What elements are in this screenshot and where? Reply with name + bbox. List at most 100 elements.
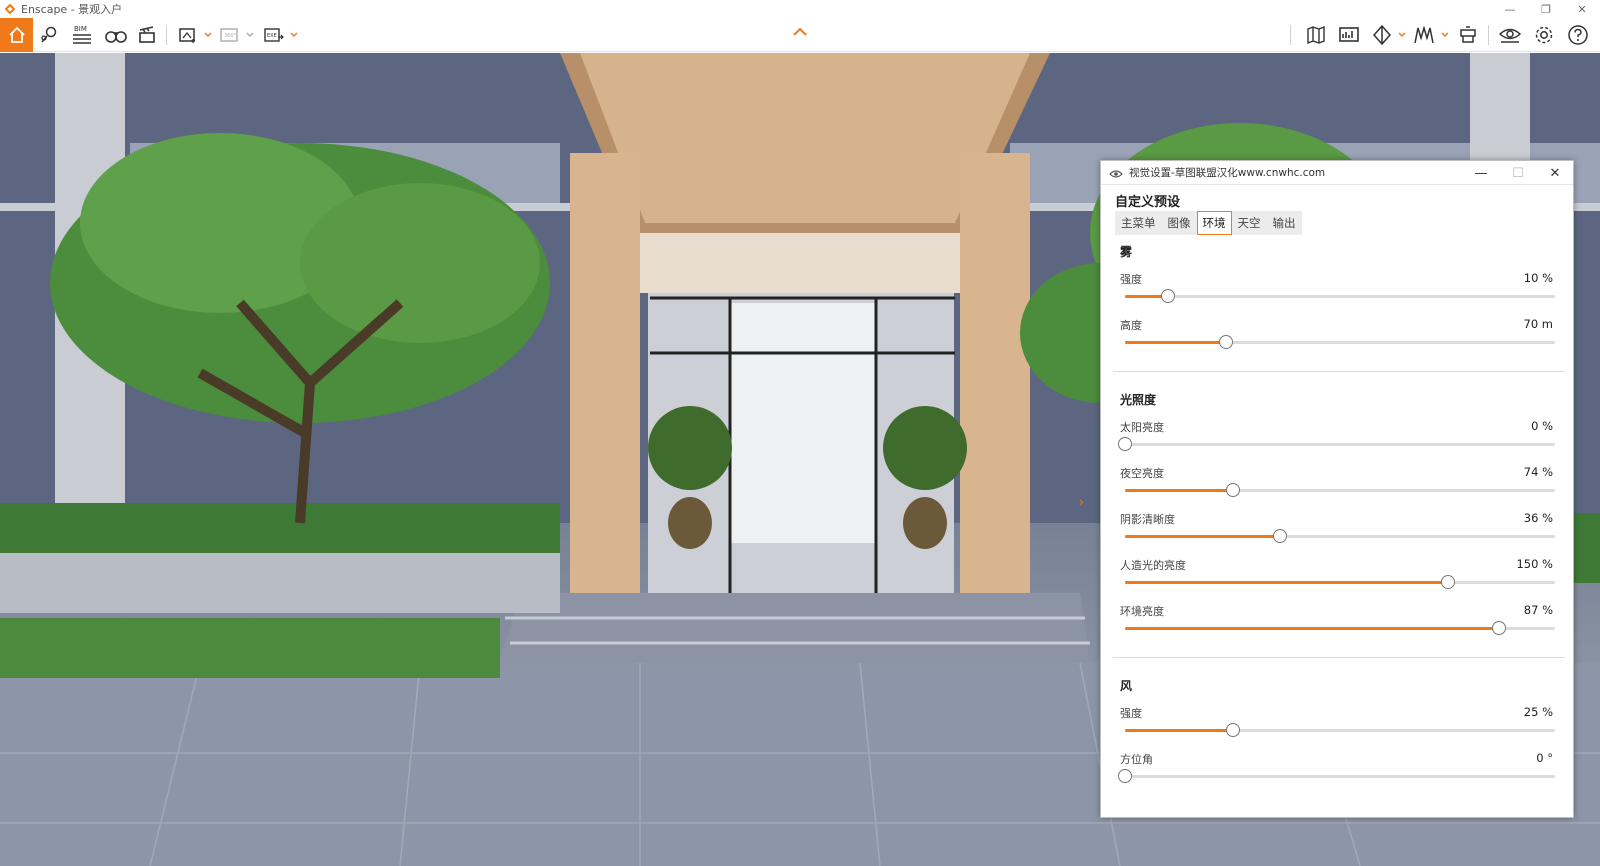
tab-sky[interactable]: 天空 [1232, 211, 1267, 235]
wind-direction-slider[interactable] [1118, 769, 1555, 783]
restore-button[interactable]: ❐ [1528, 0, 1564, 18]
svg-text:BIM: BIM [74, 25, 87, 33]
slider-thumb[interactable] [1161, 289, 1175, 303]
section-dropdown-arrow[interactable] [1398, 31, 1406, 39]
window-title: Enscape - 景观入户 [21, 3, 123, 16]
map-button[interactable] [1302, 18, 1330, 52]
window-controls: — ❐ ✕ [1492, 0, 1600, 18]
toolbar-separator [1290, 25, 1291, 45]
tab-image[interactable]: 图像 [1162, 211, 1197, 235]
section-title-wind: 风 [1120, 679, 1133, 693]
slider-thumb[interactable] [1272, 529, 1287, 543]
slider-label: 高度 [1120, 319, 1142, 332]
presentation-button[interactable] [1335, 18, 1363, 52]
panel-side-arrow-icon[interactable]: › [1079, 495, 1084, 509]
slider-value: 10 % [1523, 271, 1553, 285]
slider-value: 87 % [1523, 603, 1553, 617]
slider-value: 25 % [1523, 705, 1553, 719]
panel-title: 视觉设置-草图联盟汉化www.cnwhc.com [1129, 167, 1326, 179]
settings-button[interactable] [1530, 18, 1558, 52]
slider-thumb[interactable] [1118, 769, 1132, 783]
tab-output[interactable]: 输出 [1267, 211, 1302, 235]
panel-minimize-button[interactable]: — [1463, 161, 1499, 185]
svg-text:360°: 360° [224, 33, 237, 39]
slider-thumb[interactable] [1440, 575, 1455, 589]
preset-name[interactable]: 自定义预设 [1115, 191, 1180, 210]
shadow-sharpness-slider[interactable] [1125, 529, 1555, 543]
eye-icon [1498, 25, 1522, 45]
toolbar-separator [1488, 25, 1489, 45]
panel-maximize-button[interactable]: ☐ [1500, 161, 1536, 185]
slider-fill [1125, 535, 1280, 538]
slider-label: 夜空亮度 [1120, 467, 1164, 480]
panorama-360-icon: 360° [219, 25, 241, 45]
visual-settings-button[interactable] [1496, 18, 1524, 52]
slider-thumb[interactable] [1225, 723, 1240, 737]
tab-environment[interactable]: 环境 [1196, 211, 1232, 235]
screenshot-icon [178, 25, 198, 45]
home-button[interactable] [0, 18, 33, 52]
slider-thumb[interactable] [1118, 437, 1132, 451]
panorama-dropdown-arrow[interactable] [246, 31, 254, 39]
panel-close-button[interactable]: ✕ [1537, 161, 1573, 185]
slider-label: 强度 [1120, 273, 1142, 286]
export-button[interactable]: EXE [262, 18, 286, 52]
section-divider [1113, 657, 1565, 658]
home-icon [7, 25, 27, 45]
camera-views-button[interactable] [36, 18, 62, 52]
artificial-light-brightness-slider[interactable] [1125, 575, 1555, 589]
visual-settings-panel: › 视觉设置-草图联盟汉化www.cnwhc.com — ☐ ✕ 自定义预设 主… [1079, 160, 1574, 818]
help-button[interactable] [1564, 18, 1592, 52]
slider-fill [1125, 581, 1448, 584]
walk-mode-button[interactable] [102, 18, 130, 52]
eye-icon [1109, 168, 1123, 178]
slider-value: 70 m [1523, 317, 1554, 331]
slider-thumb[interactable] [1492, 621, 1507, 635]
collapse-toolbar-chevron-icon[interactable] [792, 26, 808, 40]
fog-intensity-slider[interactable] [1125, 289, 1555, 303]
slider-label: 强度 [1120, 707, 1142, 720]
slider-value: 150 % [1516, 557, 1553, 571]
help-icon [1567, 24, 1589, 46]
sun-brightness-slider[interactable] [1118, 437, 1555, 451]
asset-library-icon [1412, 24, 1436, 46]
toolbar-separator [166, 25, 167, 45]
export-exe-icon: EXE [263, 25, 285, 45]
minimize-button[interactable]: — [1492, 0, 1528, 18]
enscape-logo-icon [3, 2, 17, 16]
window-titlebar: Enscape - 景观入户 — ❐ ✕ [0, 0, 1600, 18]
material-editor-button[interactable] [1454, 18, 1482, 52]
slider-label: 方位角 [1120, 753, 1153, 766]
slider-fill [1125, 627, 1500, 630]
screenshot-dropdown-arrow[interactable] [204, 31, 212, 39]
svg-text:EXE: EXE [267, 33, 277, 39]
map-icon [1305, 24, 1327, 46]
tab-main-menu[interactable]: 主菜单 [1115, 211, 1162, 235]
screenshot-button[interactable] [176, 18, 200, 52]
slider-thumb[interactable] [1225, 483, 1240, 497]
section-button[interactable] [1368, 18, 1396, 52]
environment-settings-body: 雾 强度 10 % 高度 70 m 光照度 太阳亮度 0 % 夜空亮度 74 %… [1101, 239, 1573, 817]
wind-intensity-slider[interactable] [1125, 723, 1555, 737]
slider-label: 太阳亮度 [1120, 421, 1164, 434]
asset-library-button[interactable] [1410, 18, 1438, 52]
slider-label: 环境亮度 [1120, 605, 1164, 618]
slider-fill [1125, 341, 1227, 344]
section-icon [1371, 24, 1393, 46]
slider-fill [1125, 729, 1233, 732]
slider-thumb[interactable] [1219, 335, 1234, 349]
asset-dropdown-arrow[interactable] [1441, 31, 1449, 39]
bim-button[interactable]: BIM [68, 18, 96, 52]
panorama-button[interactable]: 360° [218, 18, 242, 52]
binoculars-icon [104, 25, 128, 45]
fog-height-slider[interactable] [1125, 335, 1555, 349]
slider-value: 0 % [1531, 419, 1553, 433]
slider-value: 74 % [1523, 465, 1553, 479]
video-editor-button[interactable] [134, 18, 160, 52]
clapperboard-icon [137, 25, 157, 45]
close-button[interactable]: ✕ [1564, 0, 1600, 18]
export-dropdown-arrow[interactable] [290, 31, 298, 39]
ambient-brightness-slider[interactable] [1125, 621, 1555, 635]
panel-titlebar[interactable]: 视觉设置-草图联盟汉化www.cnwhc.com — ☐ ✕ [1101, 161, 1573, 185]
night-sky-brightness-slider[interactable] [1125, 483, 1555, 497]
